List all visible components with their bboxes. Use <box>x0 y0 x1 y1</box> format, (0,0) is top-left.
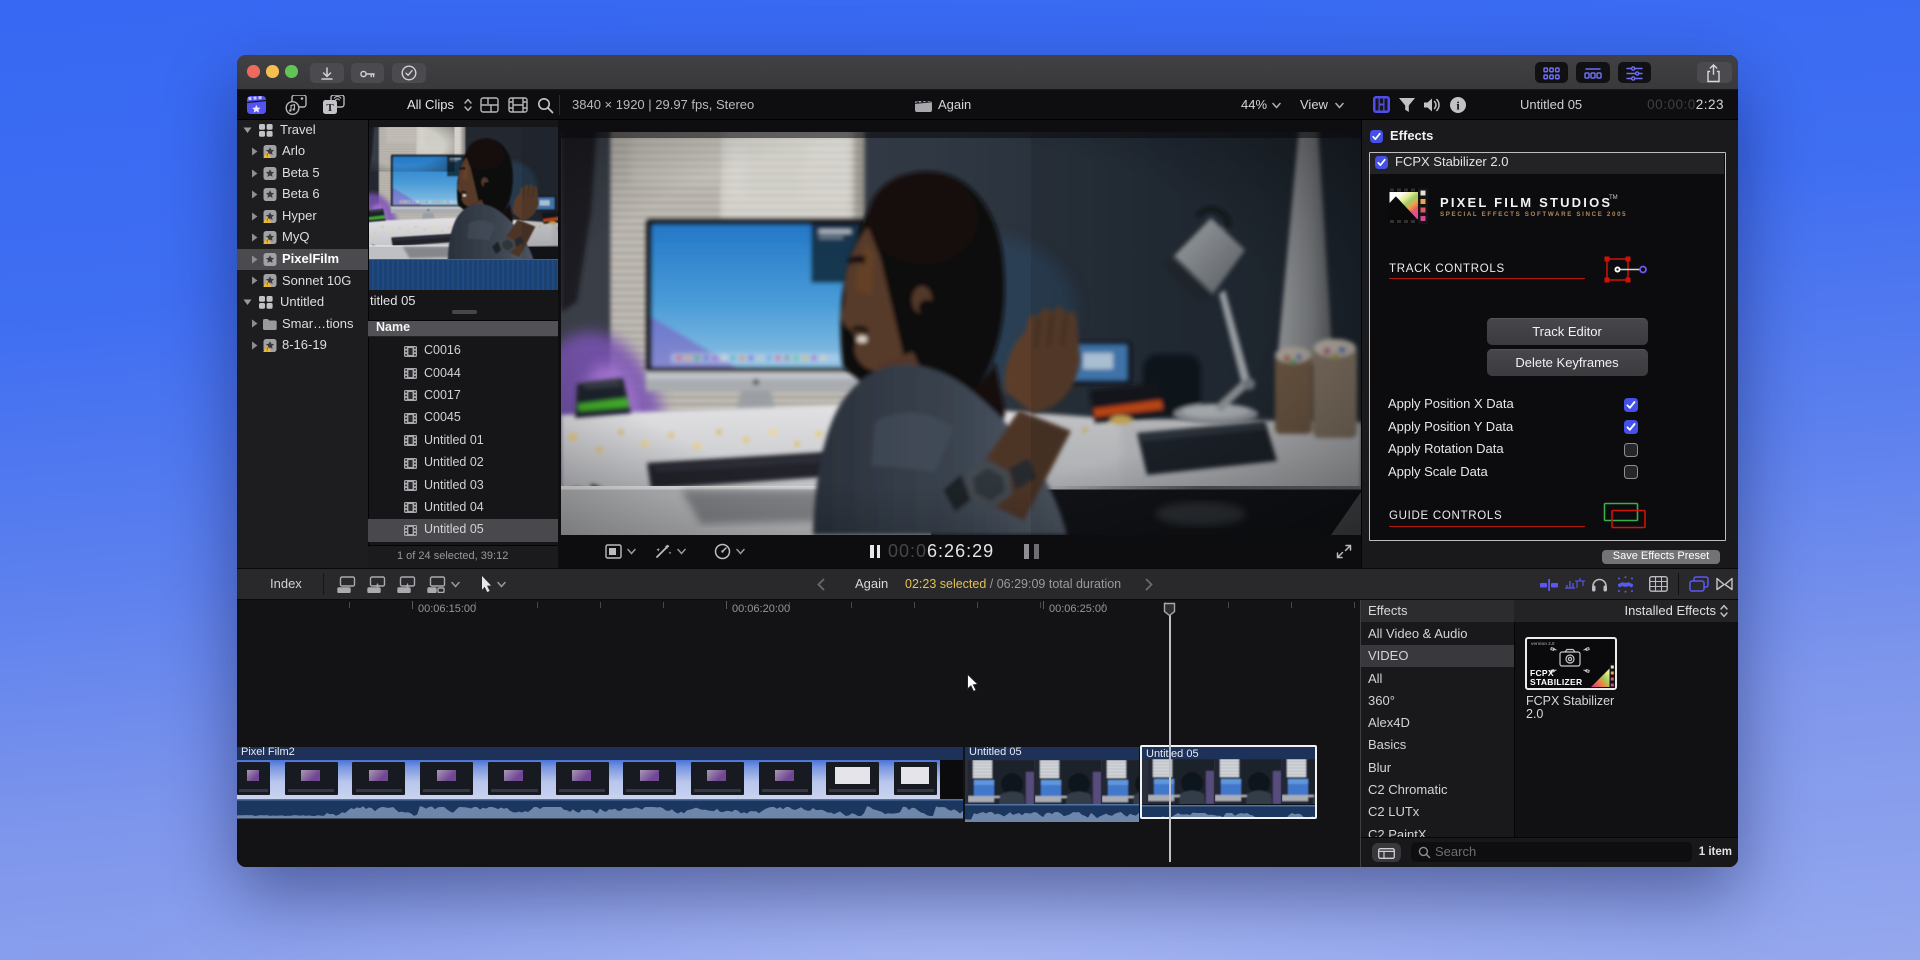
svg-text:T: T <box>326 102 334 114</box>
